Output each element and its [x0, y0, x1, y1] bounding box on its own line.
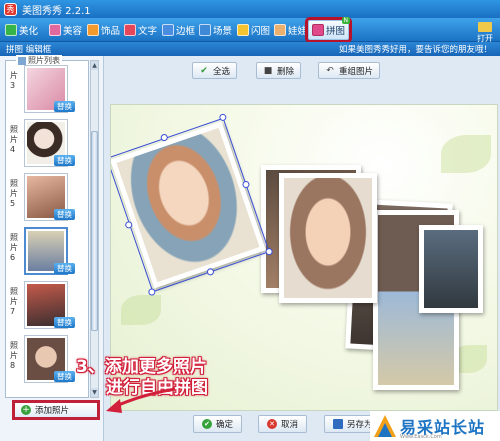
app-logo-icon: 秀: [4, 2, 17, 16]
promo-text: 如果美图秀秀好用，要告诉您的朋友哦！: [338, 45, 492, 55]
beauty-icon: [49, 24, 61, 36]
collage-photo[interactable]: [419, 225, 483, 313]
replace-button[interactable]: 替换: [54, 155, 75, 166]
add-photo-button[interactable]: + 添加照片: [12, 400, 100, 420]
border-icon: [162, 24, 174, 36]
collage-photo[interactable]: [279, 173, 377, 303]
replace-button[interactable]: 替换: [54, 101, 75, 112]
tab-beauty[interactable]: 美容: [46, 21, 85, 39]
replace-button[interactable]: 替换: [54, 371, 75, 382]
replace-button[interactable]: 替换: [54, 263, 75, 274]
text-icon: [124, 24, 136, 36]
plus-icon: +: [21, 405, 31, 415]
close-icon: ✕: [267, 419, 277, 429]
list-item[interactable]: 照 片 8 替换: [10, 335, 86, 385]
window-title: 美图秀秀 2.2.1: [22, 5, 91, 17]
accessory-icon: [87, 24, 99, 36]
cancel-button[interactable]: ✕ 取消: [258, 415, 308, 433]
scroll-up-icon[interactable]: ▲: [91, 61, 98, 70]
tab-collage[interactable]: 拼图 N: [308, 17, 351, 40]
photo-list-scrollbar[interactable]: ▲ ▼: [90, 60, 99, 398]
collage-icon: [312, 24, 324, 36]
doll-icon: [274, 24, 286, 36]
selected-photo[interactable]: [111, 112, 274, 297]
list-icon: [18, 56, 26, 65]
tab-beautify[interactable]: 美化: [2, 21, 41, 39]
info-bar: 拼图 编辑框 如果美图秀秀好用，要告诉您的朋友哦！: [0, 42, 500, 56]
tab-flash[interactable]: 闪图: [234, 21, 273, 39]
replace-button[interactable]: 替换: [54, 317, 75, 328]
list-item[interactable]: 照 片 4 替换: [10, 119, 86, 169]
title-bar: 秀 美图秀秀 2.2.1: [0, 0, 500, 18]
new-badge: N: [341, 17, 351, 24]
list-item[interactable]: 片 3 替换: [10, 65, 86, 115]
flash-icon: [237, 24, 249, 36]
annotation-arrow-icon: [106, 387, 176, 413]
confirm-button[interactable]: ✔ 确定: [193, 415, 243, 433]
scene-icon: [199, 24, 211, 36]
beautify-icon: [5, 24, 17, 36]
editor-label: 拼图 编辑框: [6, 45, 52, 55]
photo-list: 照片列表 片 3 替换 照 片 4 替换 照 片 5 替换 照 片 6 替换 照…: [5, 55, 89, 398]
undo-arrow-icon: ↶: [326, 65, 334, 76]
list-item[interactable]: 照 片 6 替换: [10, 227, 86, 277]
open-button[interactable]: 打开: [474, 22, 496, 44]
module-tab-bar: 美化 美容 饰品 文字 边框 场景 闪图 娃娃 拼图 N 打开: [0, 17, 500, 44]
delete-button[interactable]: ■ 删除: [256, 62, 302, 79]
site-logo-icon: [374, 415, 396, 437]
trash-icon: ■: [263, 65, 273, 76]
select-all-button[interactable]: ✔ 全选: [192, 62, 238, 79]
selection-box[interactable]: [111, 117, 270, 293]
scroll-thumb[interactable]: [91, 131, 98, 331]
list-item[interactable]: 照 片 5 替换: [10, 173, 86, 223]
rearrange-button[interactable]: ↶ 重组图片: [318, 62, 381, 79]
check-icon: ✔: [200, 65, 208, 76]
tab-border[interactable]: 边框: [159, 21, 198, 39]
check-icon: ✔: [202, 419, 212, 429]
tab-scene[interactable]: 场景: [196, 21, 235, 39]
tab-accessory[interactable]: 饰品: [84, 21, 123, 39]
tab-doll[interactable]: 娃娃: [271, 21, 310, 39]
folder-icon: [478, 22, 492, 32]
save-icon: [333, 419, 343, 429]
tab-text[interactable]: 文字: [121, 21, 160, 39]
replace-button[interactable]: 替换: [54, 209, 75, 220]
site-watermark: 易采站长站 Www.Easck.Com: [370, 411, 500, 441]
list-item[interactable]: 照 片 7 替换: [10, 281, 86, 331]
